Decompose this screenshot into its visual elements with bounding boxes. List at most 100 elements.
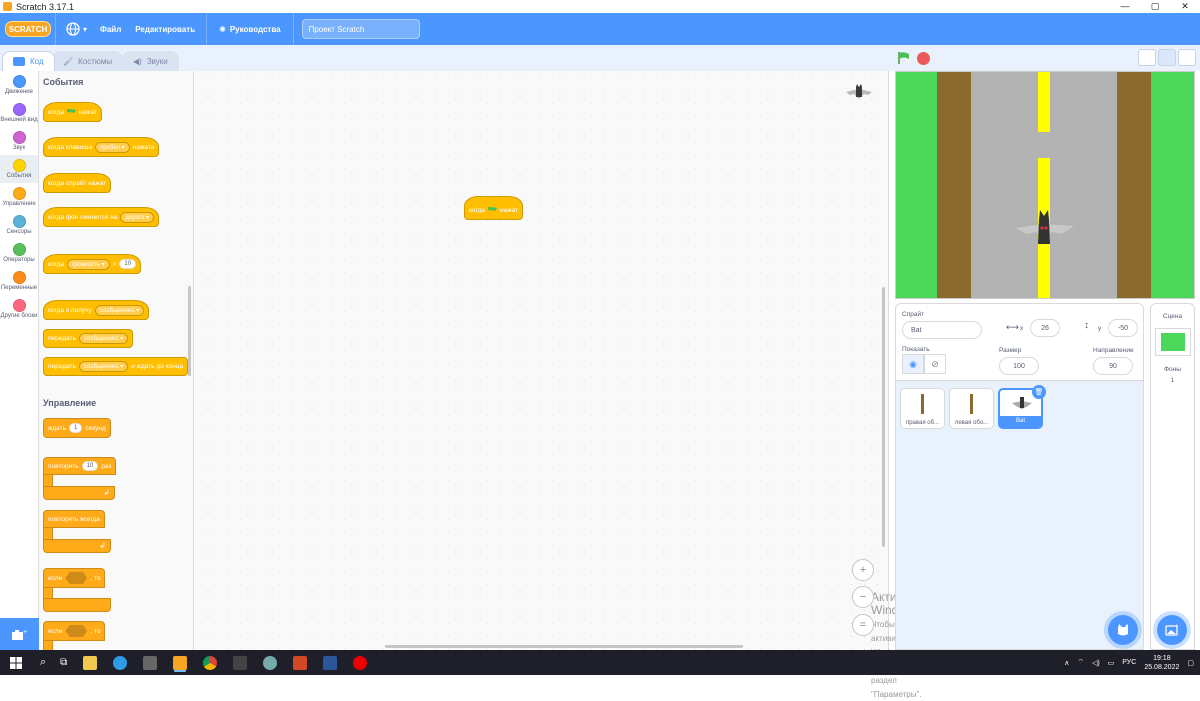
block-when-backdrop-switches[interactable]: когда фон сменится на дорога ▾ xyxy=(43,207,160,227)
clock[interactable]: 19:18 25.08.2022 xyxy=(1144,654,1179,672)
game-app-icon[interactable] xyxy=(233,655,248,670)
add-sprite-button[interactable]: + xyxy=(1108,615,1138,645)
tab-code[interactable]: Код xyxy=(2,51,55,71)
code-workspace[interactable]: когданажат Активация Windows Чтобы актив… xyxy=(195,71,930,699)
tab-sounds[interactable]: ◀) Звуки xyxy=(122,51,179,71)
block-when-i-receive[interactable]: когда я получу сообщение1 ▾ xyxy=(43,300,150,320)
block-when-key-pressed[interactable]: когда клавиша пробел ▾ нажата xyxy=(43,137,160,157)
file-explorer-icon[interactable] xyxy=(83,655,98,670)
sprite-thumb-bat[interactable]: Bat 🗑 xyxy=(998,385,1046,429)
windows-start-icon[interactable] xyxy=(10,656,22,669)
calculator-icon[interactable] xyxy=(143,655,158,670)
block-when-flag-clicked[interactable]: когда нажат xyxy=(43,102,103,122)
block-forever[interactable]: повторять всегда xyxy=(43,510,105,528)
sprite-thumb-left-border[interactable]: левая обо... xyxy=(949,388,994,429)
category-5[interactable]: Сенсоры xyxy=(0,211,38,239)
category-6[interactable]: Операторы xyxy=(0,239,38,267)
broadcast-dropdown[interactable]: сообщение1 ▾ xyxy=(78,333,129,344)
word-icon[interactable] xyxy=(323,655,338,670)
small-stage-button[interactable] xyxy=(1138,49,1156,66)
hide-eye-icon[interactable]: ⊘ xyxy=(924,354,946,374)
sprite-thumb-right-border[interactable]: правая об... xyxy=(900,388,945,429)
category-4[interactable]: Управление xyxy=(0,183,38,211)
language-menu[interactable]: ▾ xyxy=(60,22,93,36)
category-1[interactable]: Внешний вид xyxy=(0,99,38,127)
block-repeat[interactable]: повторить 10 раз xyxy=(43,457,117,475)
green-flag-button[interactable] xyxy=(897,51,911,65)
minimize-button[interactable]: — xyxy=(1110,0,1140,13)
app-icon[interactable] xyxy=(263,655,278,670)
volume-icon[interactable]: ◁) xyxy=(1092,659,1100,667)
chevron-up-icon[interactable]: ∧ xyxy=(1064,659,1069,667)
message-dropdown[interactable]: сообщение1 ▾ xyxy=(94,304,145,316)
clock-date: 25.08.2022 xyxy=(1144,663,1180,671)
repeat-input[interactable]: 10 xyxy=(81,461,99,471)
category-7[interactable]: Переменные xyxy=(0,267,38,295)
edit-menu[interactable]: Редактировать xyxy=(128,25,202,34)
sprite-name-input[interactable]: Bat xyxy=(902,321,982,339)
add-extension-button[interactable]: + xyxy=(0,618,39,650)
delete-sprite-button[interactable]: 🗑 xyxy=(1032,385,1046,399)
script-when-flag-clicked[interactable]: когда нажат xyxy=(464,196,524,220)
zoom-in-icon: + xyxy=(859,564,867,576)
chrome-icon[interactable] xyxy=(203,655,218,670)
close-button[interactable]: ✕ xyxy=(1170,0,1200,13)
fullscreen-button[interactable] xyxy=(1178,49,1196,66)
category-8[interactable]: Другие блоки xyxy=(0,295,38,323)
show-eye-icon[interactable]: ◉ xyxy=(902,354,924,374)
block-palette: События когда нажат когда клавиша пробел ▾… xyxy=(39,71,194,650)
block-broadcast-and-wait[interactable]: передать сообщение1 ▾ и ждать до конца xyxy=(43,357,189,376)
key-dropdown[interactable]: пробел ▾ xyxy=(95,141,130,153)
zoom-reset-button[interactable]: = xyxy=(852,614,874,636)
scratch-taskbar-icon[interactable] xyxy=(173,655,188,670)
add-backdrop-button[interactable]: + xyxy=(1157,615,1187,645)
file-menu[interactable]: Файл xyxy=(93,25,128,34)
stage-selector[interactable]: Сцена Фоны 1 xyxy=(1150,303,1195,650)
backdrop-dropdown[interactable]: дорога ▾ xyxy=(120,211,155,223)
scratch-logo[interactable]: SCRATCH xyxy=(5,21,51,37)
stop-button[interactable] xyxy=(917,51,930,65)
block-wait-seconds[interactable]: ждать 1 секунд xyxy=(43,418,111,438)
loudness-input[interactable]: 10 xyxy=(119,259,137,269)
scratch-app-icon xyxy=(3,2,12,11)
size-input[interactable]: 100 xyxy=(999,357,1039,375)
task-view-icon[interactable]: ⧉ xyxy=(60,657,67,668)
broadcast-wait-dropdown[interactable]: сообщение1 ▾ xyxy=(78,361,129,372)
network-icon[interactable]: ⌔ xyxy=(1077,658,1084,667)
normal-stage-button[interactable] xyxy=(1158,49,1176,66)
x-position-input[interactable]: 26 xyxy=(1030,319,1060,337)
block-if-then-else[interactable]: если, то xyxy=(43,621,106,641)
wait-input[interactable]: 1 xyxy=(68,423,83,433)
zoom-in-button[interactable]: + xyxy=(852,559,874,581)
language-indicator[interactable]: РУС xyxy=(1122,659,1136,666)
category-3[interactable]: События xyxy=(0,155,38,183)
palette-scrollbar[interactable] xyxy=(188,286,191,376)
zoom-out-button[interactable]: − xyxy=(852,586,874,608)
tutorials-button[interactable]: ✺ Руководства xyxy=(211,25,288,34)
edge-icon[interactable] xyxy=(113,655,128,670)
loudness-dropdown[interactable]: громкость ▾ xyxy=(67,258,110,270)
battery-icon[interactable]: ▭ xyxy=(1108,659,1115,667)
backdrops-label: Фоны xyxy=(1164,366,1181,373)
block-when-loudness[interactable]: когда громкость ▾ >10 xyxy=(43,254,142,274)
project-title-input[interactable]: Проект Scratch xyxy=(301,19,420,39)
yandex-icon[interactable] xyxy=(353,655,368,670)
category-2[interactable]: Звук xyxy=(0,127,38,155)
block-when-sprite-clicked[interactable]: когда спрайт нажат xyxy=(43,173,112,193)
workspace-vertical-scrollbar[interactable] xyxy=(882,287,885,547)
tab-costumes[interactable]: 🖌 Костюмы xyxy=(52,51,124,71)
system-tray: ∧ ⌔ ◁) ▭ РУС 19:18 25.08.2022 ▢ xyxy=(1064,650,1194,675)
maximize-button[interactable]: ▢ xyxy=(1140,0,1170,13)
workspace-horizontal-scrollbar[interactable] xyxy=(385,645,743,648)
category-0[interactable]: Движение xyxy=(0,71,38,99)
direction-input[interactable]: 90 xyxy=(1093,357,1133,375)
stage-canvas[interactable] xyxy=(895,71,1195,299)
boolean-slot[interactable] xyxy=(65,572,88,584)
notifications-icon[interactable]: ▢ xyxy=(1187,659,1194,667)
block-broadcast[interactable]: передать сообщение1 ▾ xyxy=(43,329,134,348)
search-icon[interactable]: ⌕ xyxy=(40,656,46,669)
y-position-input[interactable]: -50 xyxy=(1108,319,1138,337)
powerpoint-icon[interactable] xyxy=(293,655,308,670)
boolean-slot-2[interactable] xyxy=(65,625,88,637)
block-if-then[interactable]: если, то xyxy=(43,568,106,588)
